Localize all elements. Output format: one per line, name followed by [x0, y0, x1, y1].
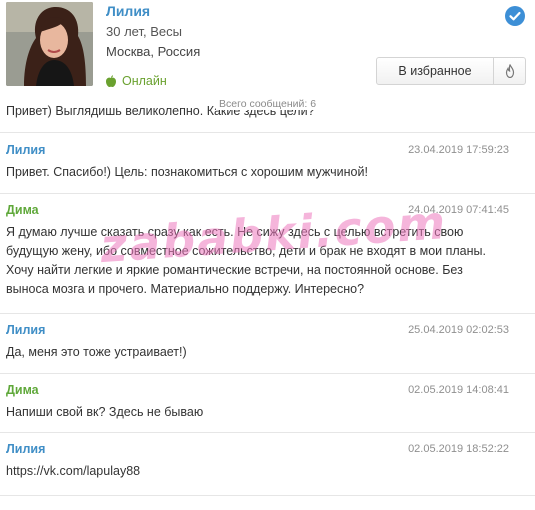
- profile-location: Москва, Россия: [106, 44, 201, 59]
- avatar[interactable]: [6, 2, 93, 86]
- flame-icon[interactable]: [494, 58, 525, 84]
- apple-icon: [106, 75, 116, 87]
- verified-check-icon: [505, 6, 525, 26]
- message-author[interactable]: Дима: [6, 203, 39, 217]
- profile-name[interactable]: Лилия: [106, 3, 150, 19]
- message-time: 23.04.2019 17:59:23: [408, 144, 509, 156]
- message-item: Лилия 23.04.2019 17:59:23 Привет. Спасиб…: [0, 143, 535, 193]
- message-author[interactable]: Лилия: [6, 442, 45, 456]
- divider: [0, 132, 535, 133]
- online-status: Онлайн: [106, 74, 167, 88]
- total-messages-count: Всего сообщений: 6: [216, 98, 320, 110]
- favorites-label[interactable]: В избранное: [377, 58, 494, 84]
- divider: [0, 373, 535, 374]
- message-author[interactable]: Дима: [6, 383, 39, 397]
- message-text: Да, меня это тоже устраивает!): [6, 345, 187, 359]
- divider: [0, 193, 535, 194]
- message-item: Дима 02.05.2019 14:08:41 Напиши свой вк?…: [0, 383, 535, 433]
- divider: [0, 313, 535, 314]
- message-item: Лилия 02.05.2019 18:52:22 https://vk.com…: [0, 442, 535, 492]
- message-item: Лилия 25.04.2019 02:02:53 Да, меня это т…: [0, 323, 535, 373]
- message-author[interactable]: Лилия: [6, 323, 45, 337]
- profile-header: Лилия 30 лет, Весы Москва, Россия Онлайн…: [0, 0, 535, 96]
- message-text: Напиши свой вк? Здесь не бываю: [6, 405, 204, 419]
- message-author[interactable]: Лилия: [6, 143, 45, 157]
- message-time: 02.05.2019 18:52:22: [408, 443, 509, 455]
- divider: [0, 495, 535, 496]
- message-text[interactable]: https://vk.com/lapulay88: [6, 462, 506, 481]
- profile-age: 30 лет, Весы: [106, 24, 182, 39]
- message-text: Привет. Спасибо!) Цель: познакомиться с …: [6, 165, 368, 179]
- divider: [0, 432, 535, 433]
- add-to-favorites-button[interactable]: В избранное: [376, 57, 526, 85]
- online-status-label: Онлайн: [122, 74, 167, 88]
- message-time: 02.05.2019 14:08:41: [408, 384, 509, 396]
- message-time: 25.04.2019 02:02:53: [408, 324, 509, 336]
